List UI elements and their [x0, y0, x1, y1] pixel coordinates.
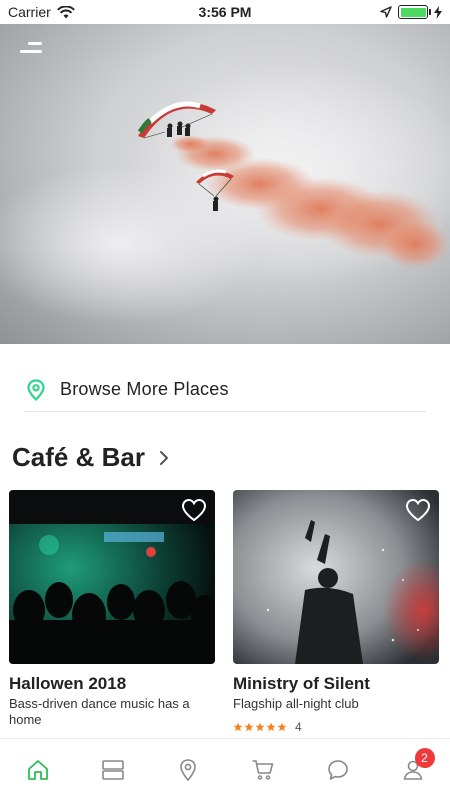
- menu-button[interactable]: [20, 42, 46, 64]
- place-card-title: Ministry of Silent: [233, 674, 370, 693]
- heart-icon[interactable]: [181, 498, 207, 522]
- star-icon: [255, 722, 265, 732]
- battery-icon: [398, 5, 431, 19]
- wifi-icon: [56, 5, 75, 18]
- cart-icon: [252, 759, 273, 780]
- place-card-image[interactable]: [9, 490, 215, 664]
- bottom-tab-bar: 2: [0, 738, 450, 800]
- tab-chat[interactable]: [318, 750, 358, 790]
- rating-count: 4: [295, 720, 302, 734]
- place-card-image[interactable]: [233, 490, 439, 664]
- carrier-label: Carrier: [8, 4, 51, 20]
- star-icon: [266, 722, 276, 732]
- star-icon: [233, 722, 243, 732]
- star-icon: [244, 722, 254, 732]
- tab-profile[interactable]: 2: [393, 747, 435, 790]
- browse-more-places-label: Browse More Places: [60, 379, 229, 399]
- location-arrow-icon: [380, 6, 392, 18]
- place-card-rating: 4: [233, 720, 439, 734]
- home-icon: [27, 759, 48, 780]
- section-title: Café & Bar: [12, 442, 145, 472]
- tab-home[interactable]: [18, 750, 58, 790]
- menu-icon-line-top: [28, 42, 42, 45]
- map-pin-icon: [179, 758, 196, 781]
- hero-image: [0, 24, 450, 344]
- heart-icon[interactable]: [405, 498, 431, 522]
- tab-map[interactable]: [168, 750, 208, 790]
- charging-icon: [434, 5, 442, 19]
- browse-more-places-row[interactable]: Browse More Places: [24, 368, 426, 412]
- tab-list[interactable]: [93, 750, 133, 790]
- chevron-right-icon: [159, 450, 168, 465]
- status-bar: Carrier 3:56 PM: [0, 0, 450, 24]
- list-icon: [101, 759, 124, 780]
- place-card-description: Bass-driven dance music has a home: [9, 696, 190, 727]
- hero-illustration: [0, 64, 450, 324]
- place-card[interactable]: Ministry of Silent Flagship all-night cl…: [233, 490, 439, 734]
- place-card-title: Hallowen 2018: [9, 674, 127, 693]
- place-card-description: Flagship all-night club: [233, 696, 359, 711]
- tab-cart[interactable]: [243, 750, 283, 790]
- section-header-cafe-bar[interactable]: Café & Bar: [12, 442, 169, 473]
- status-left: Carrier: [8, 4, 75, 20]
- chat-icon: [327, 759, 348, 780]
- notification-badge: 2: [414, 747, 435, 768]
- location-pin-icon: [27, 378, 45, 401]
- place-card[interactable]: Hallowen 2018 Bass-driven dance music ha…: [9, 490, 215, 728]
- battery-fill: [400, 7, 426, 17]
- rating-stars: [233, 722, 287, 732]
- status-right: [380, 5, 442, 19]
- menu-icon-line-bottom: [20, 50, 42, 53]
- star-icon: [277, 722, 287, 732]
